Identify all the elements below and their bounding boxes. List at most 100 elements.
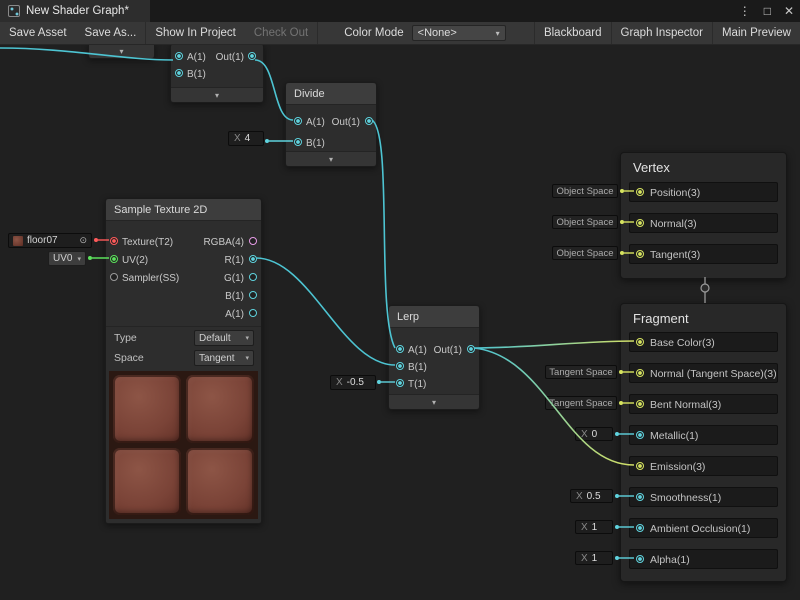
port-rgba-label: RGBA(4) — [203, 238, 244, 248]
type-dropdown[interactable]: Default ▾ — [194, 330, 254, 346]
chevron-down-icon[interactable]: ▾ — [89, 45, 154, 58]
preview-tile — [186, 448, 254, 516]
port-a-output[interactable] — [249, 309, 257, 317]
lerp-node-header[interactable]: Lerp — [389, 306, 479, 328]
port-out[interactable] — [248, 52, 256, 60]
sample-texture-2d-node[interactable]: Sample Texture 2D Texture(T2) UV(2) Samp… — [105, 198, 262, 524]
chevron-down-icon: ▾ — [496, 29, 500, 38]
value[interactable]: 1 — [592, 553, 598, 564]
show-in-project-button[interactable]: Show In Project — [146, 22, 245, 44]
port-b-input[interactable] — [294, 138, 302, 146]
maximize-icon[interactable]: □ — [764, 0, 771, 22]
port-uv-label: UV(2) — [122, 256, 148, 266]
graph-tab[interactable]: New Shader Graph* — [0, 0, 150, 22]
position-space-pill[interactable]: Object Space — [552, 184, 618, 198]
port-normal[interactable] — [636, 219, 644, 227]
object-picker-icon[interactable]: ⊙ — [79, 235, 87, 246]
port-b-input[interactable] — [396, 362, 404, 370]
port-rgba-output[interactable] — [249, 237, 257, 245]
save-as-button[interactable]: Save As... — [76, 22, 146, 44]
port-r-output[interactable] — [249, 255, 257, 263]
divide-node[interactable]: Divide A(1) B(1) Out(1) ▾ — [285, 82, 377, 167]
ambient-occlusion-slot[interactable]: Ambient Occlusion(1) — [629, 518, 778, 538]
port-a-input[interactable] — [396, 345, 404, 353]
chevron-down-icon[interactable]: ▾ — [286, 151, 376, 166]
value[interactable]: 0 — [592, 429, 598, 440]
toolbar: Save Asset Save As... Show In Project Ch… — [0, 22, 800, 45]
color-mode-label: Color Mode — [318, 27, 407, 39]
bent-normal-space-pill[interactable]: Tangent Space — [545, 396, 617, 410]
vertex-tangent-slot[interactable]: Tangent(3) — [629, 244, 778, 264]
value[interactable]: -0.5 — [347, 377, 364, 388]
port-out[interactable] — [365, 117, 373, 125]
port-a-input[interactable] — [175, 52, 183, 60]
port-bent-normal[interactable] — [636, 400, 644, 408]
fragment-context-block[interactable]: Fragment Base Color(3) Normal (Tangent S… — [620, 303, 787, 582]
alpha-value-field[interactable]: X 1 — [575, 551, 613, 565]
vertex-context-block[interactable]: Vertex Position(3) Normal(3) Tangent(3) — [620, 152, 787, 279]
smoothness-value-field[interactable]: X 0.5 — [570, 489, 613, 503]
port-out-label: Out(1) — [434, 346, 462, 356]
port-normal-ts[interactable] — [636, 369, 644, 377]
uv-channel-dropdown[interactable]: UV0 ▾ — [48, 251, 86, 266]
port-uv-input[interactable] — [110, 255, 118, 263]
port-base-color[interactable] — [636, 338, 644, 346]
bent-normal-slot[interactable]: Bent Normal(3) — [629, 394, 778, 414]
metallic-slot[interactable]: Metallic(1) — [629, 425, 778, 445]
metallic-value-field[interactable]: X 0 — [575, 427, 613, 441]
binding-label: Tangent Space — [549, 398, 612, 409]
chevron-down-icon[interactable]: ▾ — [171, 87, 263, 102]
port-g-output[interactable] — [249, 273, 257, 281]
space-dropdown[interactable]: Tangent ▾ — [194, 350, 254, 366]
ambient-occlusion-value-field[interactable]: X 1 — [575, 520, 613, 534]
normal-space-pill[interactable]: Object Space — [552, 215, 618, 229]
graph-inspector-toggle[interactable]: Graph Inspector — [612, 22, 712, 44]
base-color-slot[interactable]: Base Color(3) — [629, 332, 778, 352]
port-emission[interactable] — [636, 462, 644, 470]
normal-tangent-space-pill[interactable]: Tangent Space — [545, 365, 617, 379]
chevron-down-icon[interactable]: ▾ — [389, 394, 479, 409]
port-alpha[interactable] — [636, 555, 644, 563]
smoothness-slot[interactable]: Smoothness(1) — [629, 487, 778, 507]
value[interactable]: 4 — [245, 133, 251, 144]
port-texture-input[interactable] — [110, 237, 118, 245]
port-a-input[interactable] — [294, 117, 302, 125]
window-menu-icon[interactable]: ⋮ — [739, 0, 751, 22]
type-value: Default — [199, 333, 231, 344]
port-b-output[interactable] — [249, 291, 257, 299]
tangent-space-pill[interactable]: Object Space — [552, 246, 618, 260]
operator-node-top[interactable]: A(1) B(1) Out(1) ▾ — [170, 44, 264, 103]
vertex-position-slot[interactable]: Position(3) — [629, 182, 778, 202]
blackboard-toggle[interactable]: Blackboard — [535, 22, 611, 44]
color-mode-dropdown[interactable]: <None> ▾ — [412, 25, 506, 41]
lerp-t-value-field[interactable]: X -0.5 — [330, 375, 376, 390]
divide-node-header[interactable]: Divide — [286, 83, 376, 105]
lerp-node[interactable]: Lerp A(1) B(1) T(1) Out(1) ▾ — [388, 305, 480, 410]
slot-label: Smoothness(1) — [650, 493, 721, 503]
alpha-slot[interactable]: Alpha(1) — [629, 549, 778, 569]
main-preview-toggle[interactable]: Main Preview — [713, 22, 800, 44]
port-t-input[interactable] — [396, 379, 404, 387]
divide-b-value-field[interactable]: X 4 — [228, 131, 264, 146]
port-position[interactable] — [636, 188, 644, 196]
port-tangent[interactable] — [636, 250, 644, 258]
collapsed-node-edge[interactable]: ▾ — [88, 44, 155, 59]
port-g-label: G(1) — [224, 274, 244, 284]
axis-label: X — [581, 522, 588, 533]
emission-slot[interactable]: Emission(3) — [629, 456, 778, 476]
port-ambient-occlusion[interactable] — [636, 524, 644, 532]
port-smoothness[interactable] — [636, 493, 644, 501]
port-out[interactable] — [467, 345, 475, 353]
close-icon[interactable]: ✕ — [784, 0, 794, 22]
normal-tangent-slot[interactable]: Normal (Tangent Space)(3) — [629, 363, 778, 383]
port-b-input[interactable] — [175, 69, 183, 77]
sample-texture-node-header[interactable]: Sample Texture 2D — [106, 199, 261, 221]
value[interactable]: 1 — [592, 522, 598, 533]
vertex-normal-slot[interactable]: Normal(3) — [629, 213, 778, 233]
port-sampler-input[interactable] — [110, 273, 118, 281]
port-metallic[interactable] — [636, 431, 644, 439]
texture-object-field[interactable]: floor07 ⊙ — [8, 233, 92, 248]
value[interactable]: 0.5 — [587, 491, 601, 502]
save-asset-button[interactable]: Save Asset — [0, 22, 76, 44]
port-b-label: B(1) — [408, 363, 427, 373]
